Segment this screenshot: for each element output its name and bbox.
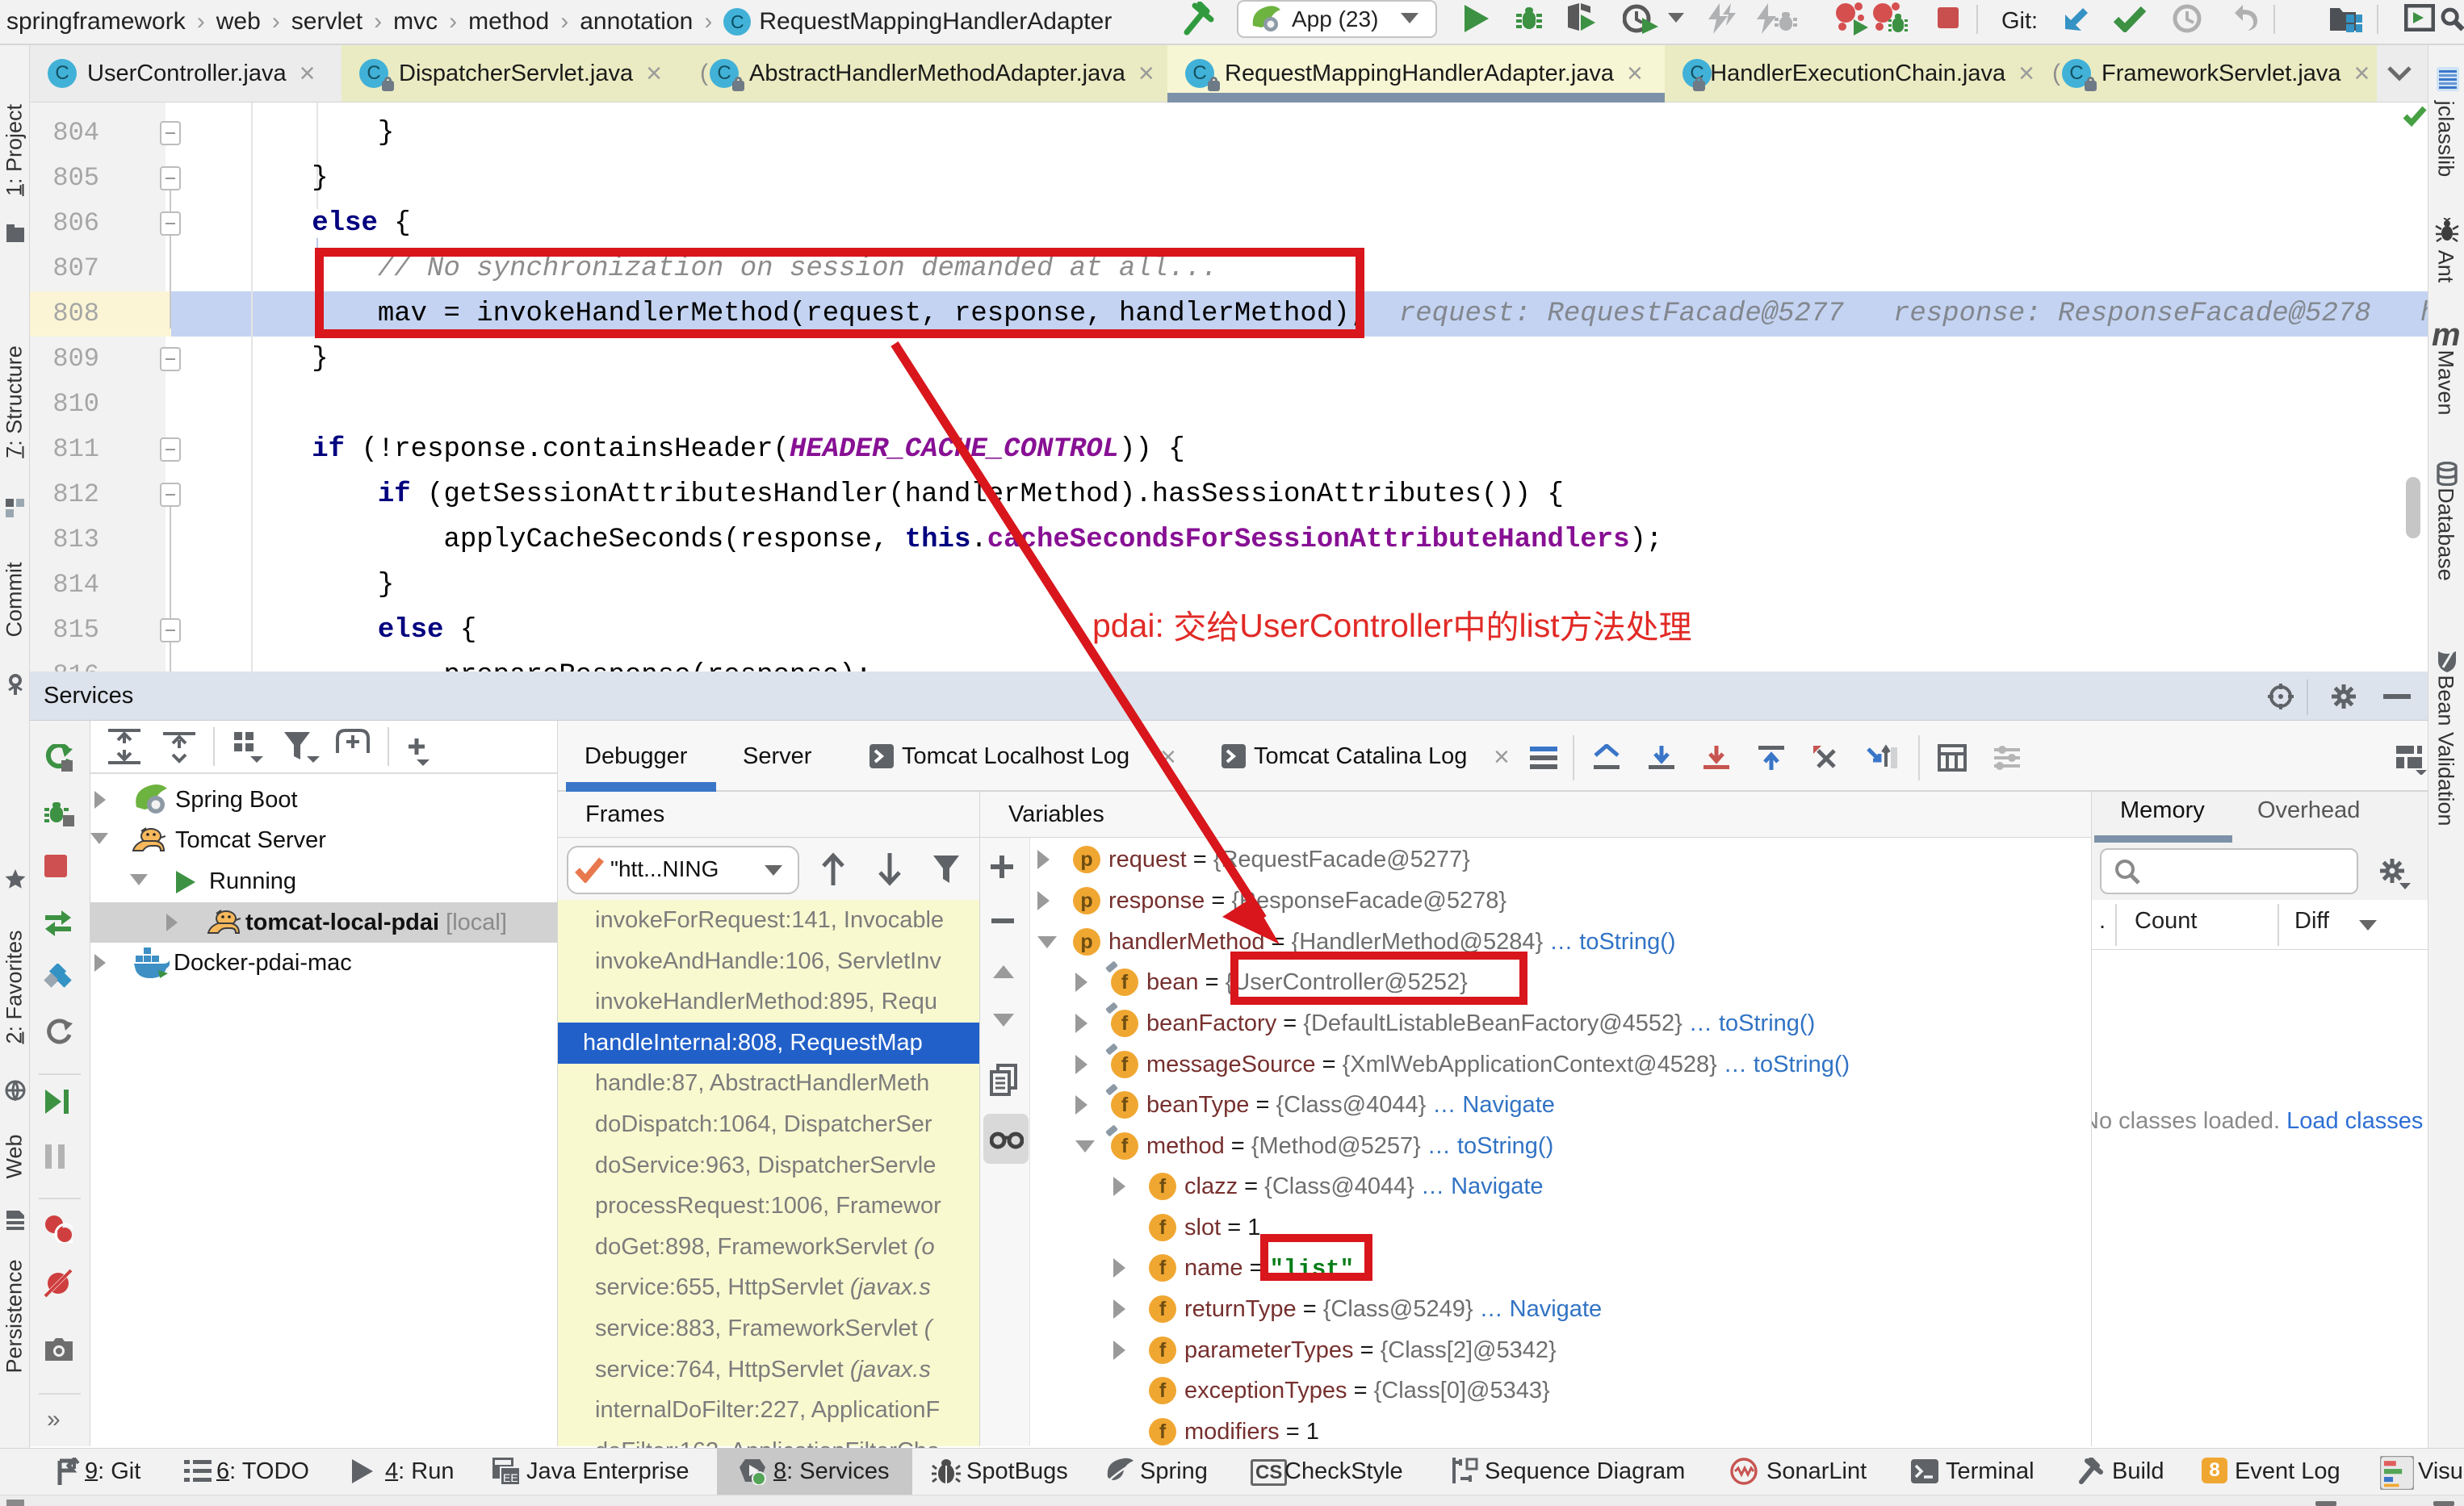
svg-text:list: list [1519, 610, 1561, 644]
svg-text:EE: EE [503, 1471, 518, 1484]
